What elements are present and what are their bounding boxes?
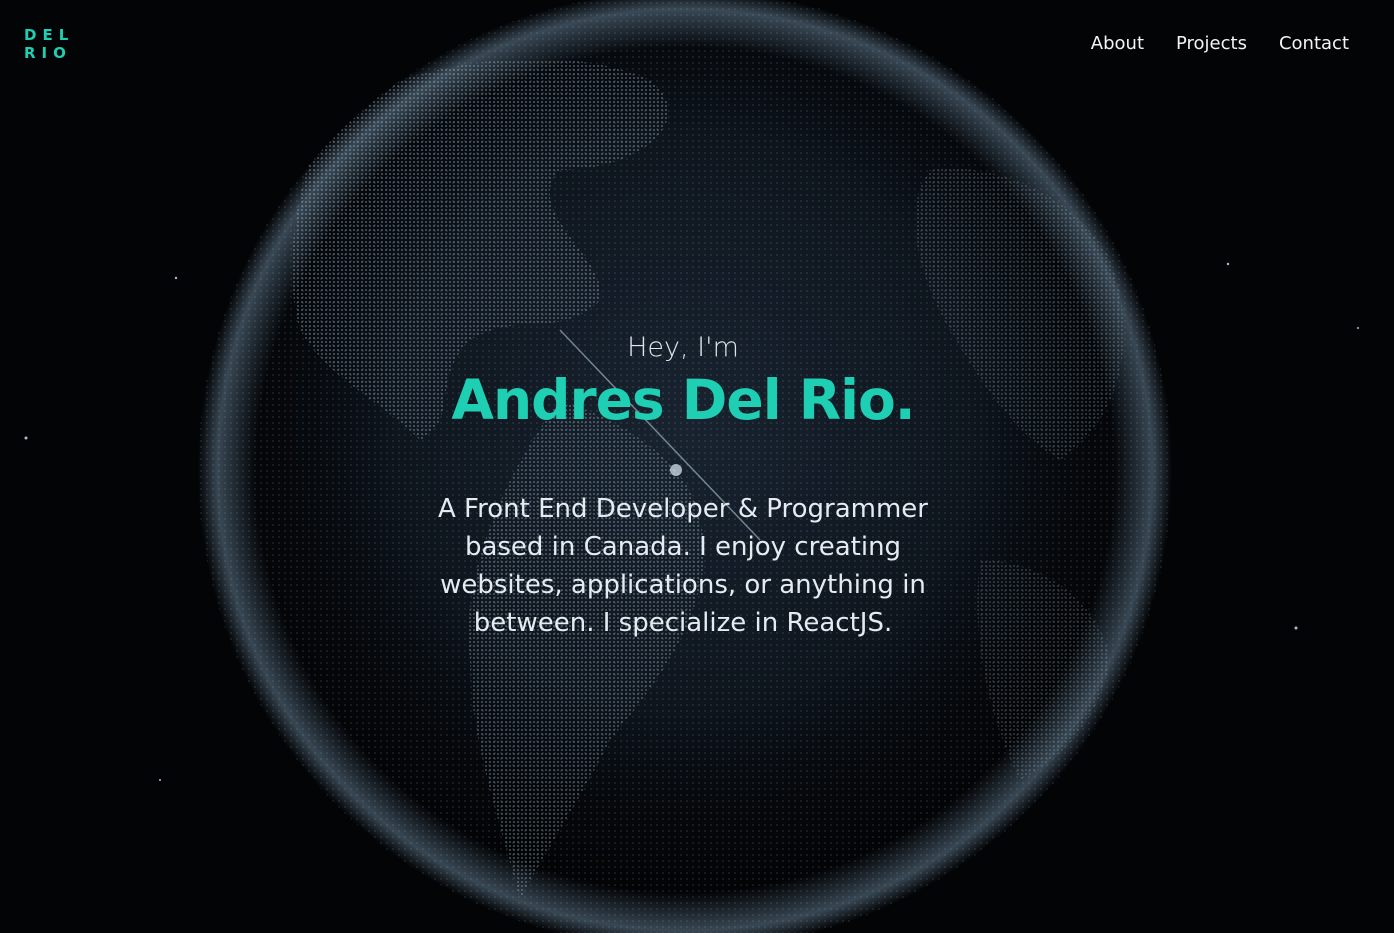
main-nav: About Projects Contact <box>1091 32 1349 56</box>
hero-bio: A Front End Developer & Programmer based… <box>438 494 928 638</box>
hero-name: Andres Del Rio. <box>451 368 915 432</box>
logo-line-2: RIO <box>24 44 72 62</box>
nav-link-about[interactable]: About <box>1091 32 1144 56</box>
hero-greeting: Hey, I'm <box>627 332 739 363</box>
nav-link-projects[interactable]: Projects <box>1176 32 1247 56</box>
nav-link-contact[interactable]: Contact <box>1279 32 1349 56</box>
logo-line-1: DEL <box>24 26 75 44</box>
hero-section: Hey, I'm Andres Del Rio. A Front End Dev… <box>0 330 1366 642</box>
brand-logo[interactable]: DEL RIO <box>24 26 70 62</box>
